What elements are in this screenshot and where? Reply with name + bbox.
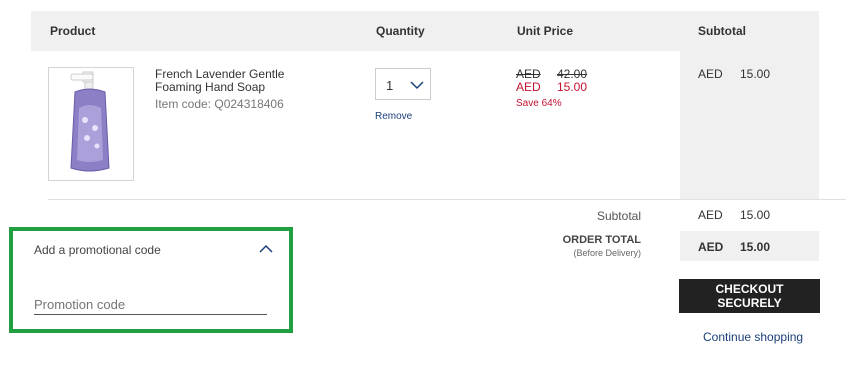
- row-subtotal-currency: AED: [698, 67, 723, 81]
- header-unit-price: Unit Price: [517, 24, 574, 38]
- original-price: 42.00: [557, 67, 588, 81]
- promo-code-toggle[interactable]: Add a promotional code: [34, 243, 161, 257]
- divider: [48, 199, 846, 200]
- remove-link[interactable]: Remove: [375, 111, 412, 122]
- subtotal-column-bg: [680, 11, 819, 200]
- summary-subtotal-value: 15.00: [740, 208, 771, 222]
- promo-code-panel: Add a promotional code: [9, 227, 293, 333]
- header-subtotal: Subtotal: [698, 24, 746, 38]
- order-total-currency: AED: [698, 240, 724, 254]
- checkout-button[interactable]: CHECKOUT SECURELY: [679, 279, 820, 313]
- header-product: Product: [50, 24, 96, 38]
- item-code: Item code: Q024318406: [155, 97, 284, 111]
- product-image[interactable]: [48, 67, 134, 181]
- save-badge: Save 64%: [516, 98, 562, 109]
- header-quantity: Quantity: [376, 24, 425, 38]
- original-price-currency: AED: [516, 67, 541, 81]
- promo-code-input[interactable]: [34, 295, 267, 315]
- before-delivery-note: (Before Delivery): [573, 248, 641, 258]
- chevron-up-icon[interactable]: [259, 244, 273, 253]
- quantity-value: 1: [386, 78, 394, 93]
- order-total-value: 15.00: [740, 240, 771, 254]
- summary-subtotal-currency: AED: [698, 208, 723, 222]
- summary-subtotal-label: Subtotal: [596, 209, 641, 223]
- row-subtotal: 15.00: [740, 67, 771, 81]
- order-total-label: ORDER TOTAL: [562, 234, 641, 246]
- sale-price: 15.00: [557, 80, 588, 94]
- quantity-select[interactable]: 1: [375, 68, 431, 100]
- product-name[interactable]: French Lavender Gentle Foaming Hand Soap: [155, 68, 295, 94]
- chevron-down-icon: [410, 81, 424, 90]
- soap-bottle-icon: [70, 71, 110, 172]
- sale-price-currency: AED: [516, 80, 541, 94]
- continue-shopping-link[interactable]: Continue shopping: [703, 330, 803, 344]
